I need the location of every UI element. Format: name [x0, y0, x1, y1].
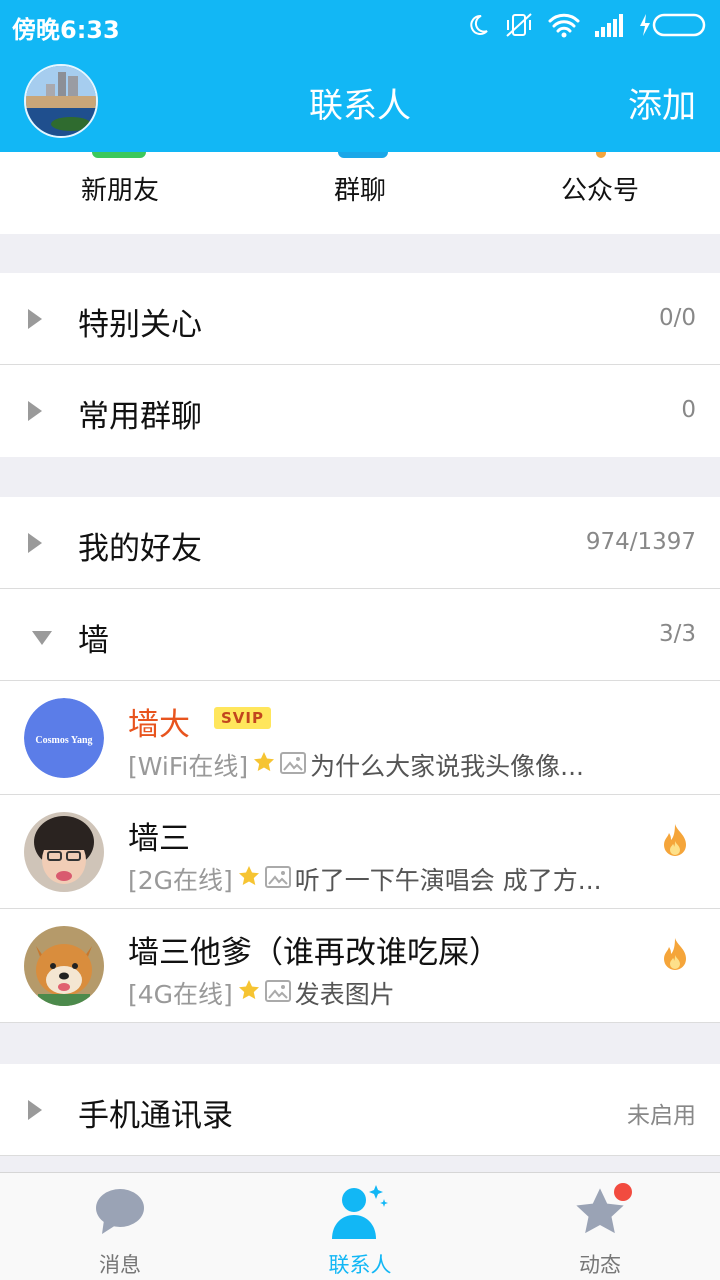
tab-label: 联系人 [328, 1253, 392, 1277]
quick-entries: 新朋友 群聊 公众号 [0, 152, 720, 234]
message-icon [50, 1183, 190, 1241]
signal-icon [595, 14, 623, 37]
title-bar: 联系人 添加 [0, 50, 720, 152]
group-special-care[interactable]: 特别关心 0/0 [0, 273, 720, 365]
star-tab-icon [530, 1183, 670, 1241]
online-status: [2G在线] [128, 866, 233, 895]
expand-arrow-icon [28, 1100, 42, 1120]
contacts-icon [290, 1183, 430, 1241]
group-count: 974/1397 [585, 529, 696, 555]
avatar-image: Cosmos Yang [24, 698, 104, 778]
group-wall[interactable]: 墙 3/3 [0, 589, 720, 681]
tab-feeds[interactable]: 动态 [530, 1183, 670, 1279]
public-account-icon [596, 152, 606, 158]
star-icon [237, 864, 261, 894]
friend-mood: 为什么大家说我头像像... [310, 752, 584, 781]
friend-status: [4G在线] 发表图片 [128, 975, 395, 1011]
avatar[interactable]: Cosmos Yang [24, 698, 104, 778]
group-count: 0/0 [658, 305, 696, 331]
avatar-image [24, 926, 104, 1006]
tab-contacts[interactable]: 联系人 [290, 1183, 430, 1279]
notification-dot [614, 1183, 632, 1201]
section-phone-contacts: 手机通讯录 未启用 [0, 1064, 720, 1156]
image-icon [264, 865, 291, 894]
group-label: 墙 [78, 623, 109, 659]
group-my-friends[interactable]: 我的好友 974/1397 [0, 497, 720, 589]
bottom-tab-bar: 消息 联系人 动态 [0, 1172, 720, 1280]
tab-messages[interactable]: 消息 [50, 1183, 190, 1279]
flame-icon [662, 823, 688, 861]
friend-item[interactable]: 墙三 [2G在线] 听了一下午演唱会 成了方... [0, 795, 720, 909]
avatar[interactable] [24, 926, 104, 1006]
group-label: 我的好友 [78, 531, 202, 567]
friend-name: 墙三 [128, 821, 190, 857]
moon-icon [470, 14, 488, 35]
group-label: 手机通讯录 [78, 1098, 233, 1134]
wifi-icon [548, 13, 580, 38]
expand-arrow-icon [28, 401, 42, 421]
image-icon [264, 979, 291, 1008]
avatar-text: Cosmos Yang [35, 735, 92, 746]
section-friends: 我的好友 974/1397 墙 3/3 Cosmos Yang 墙大 SVIP … [0, 497, 720, 1023]
new-friends-icon [92, 152, 146, 158]
image-icon [280, 751, 307, 780]
new-friends-entry[interactable]: 新朋友 [40, 170, 200, 207]
online-status: [WiFi在线] [128, 752, 249, 781]
group-count: 3/3 [658, 621, 696, 647]
friend-name: 墙大 [128, 707, 190, 743]
public-account-entry[interactable]: 公众号 [520, 170, 680, 207]
status-time: 傍晚6:33 [12, 16, 120, 44]
group-chat-entry[interactable]: 群聊 [280, 170, 440, 207]
group-chat-icon [338, 152, 388, 158]
flame-icon [662, 937, 688, 975]
group-frequent-groups[interactable]: 常用群聊 0 [0, 365, 720, 457]
friend-item[interactable]: 墙三他爹（谁再改谁吃屎） [4G在线] 发表图片 [0, 909, 720, 1023]
group-phone-contacts[interactable]: 手机通讯录 未启用 [0, 1064, 720, 1156]
app-header: 傍晚6:33 联系人 添加 [0, 0, 720, 152]
status-icons [466, 10, 708, 40]
expand-arrow-icon [28, 533, 42, 553]
online-status: [4G在线] [128, 980, 233, 1009]
avatar-image [24, 812, 104, 892]
friend-name: 墙三他爹（谁再改谁吃屎） [128, 935, 500, 971]
star-icon [237, 978, 261, 1008]
tab-label: 消息 [99, 1253, 141, 1277]
friend-status: [2G在线] 听了一下午演唱会 成了方... [128, 861, 602, 897]
svip-badge: SVIP [214, 707, 271, 729]
section-special: 特别关心 0/0 常用群聊 0 [0, 273, 720, 457]
expand-arrow-icon [28, 309, 42, 329]
star-icon [252, 750, 276, 780]
friend-item[interactable]: Cosmos Yang 墙大 SVIP [WiFi在线] 为什么大家说我头像像.… [0, 681, 720, 795]
avatar[interactable] [24, 812, 104, 892]
group-label: 常用群聊 [78, 399, 202, 435]
vibrate-off-icon [506, 13, 532, 37]
status-bar: 傍晚6:33 [0, 0, 720, 50]
group-count: 未启用 [627, 1103, 696, 1129]
collapse-arrow-icon [32, 631, 52, 645]
friend-mood: 听了一下午演唱会 成了方... [294, 866, 602, 895]
group-count: 0 [681, 397, 696, 423]
tab-label: 动态 [579, 1253, 621, 1277]
page-title: 联系人 [309, 86, 411, 126]
friend-status: [WiFi在线] 为什么大家说我头像像... [128, 747, 584, 783]
group-label: 特别关心 [78, 307, 202, 343]
battery-charging-icon [640, 13, 706, 37]
add-button[interactable]: 添加 [628, 78, 696, 127]
friend-mood: 发表图片 [294, 980, 395, 1009]
